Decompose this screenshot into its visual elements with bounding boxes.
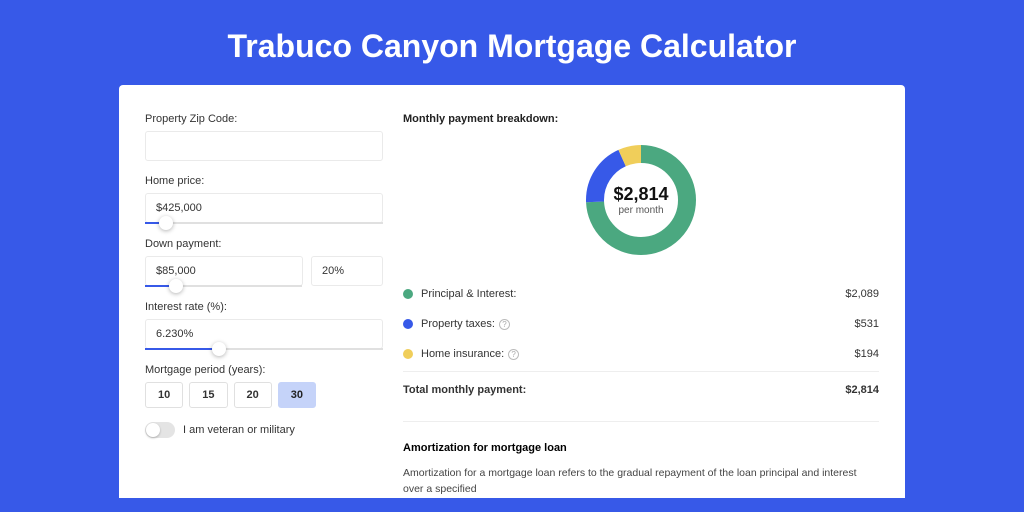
- period-btn-15[interactable]: 15: [189, 382, 227, 408]
- period-options: 1015 2030: [145, 382, 383, 408]
- interest-slider-thumb[interactable]: [212, 342, 226, 356]
- down-payment-label: Down payment:: [145, 238, 383, 250]
- amortization-text: Amortization for a mortgage loan refers …: [403, 466, 879, 498]
- toggle-knob: [146, 423, 160, 437]
- total-row: Total monthly payment: $2,814: [403, 371, 879, 405]
- page-title: Trabuco Canyon Mortgage Calculator: [0, 0, 1024, 85]
- legend-value: $2,089: [845, 288, 879, 300]
- interest-field: Interest rate (%):: [145, 301, 383, 350]
- legend-row-insurance: Home insurance:?$194: [403, 339, 879, 369]
- period-btn-20[interactable]: 20: [234, 382, 272, 408]
- veteran-toggle[interactable]: [145, 422, 175, 438]
- donut-center: $2,814 per month: [580, 139, 702, 261]
- down-payment-percent-input[interactable]: [311, 256, 383, 286]
- info-icon[interactable]: ?: [508, 349, 519, 360]
- legend-label: Principal & Interest:: [421, 288, 845, 300]
- legend-value: $194: [855, 348, 879, 360]
- home-price-slider-thumb[interactable]: [159, 216, 173, 230]
- info-icon[interactable]: ?: [499, 319, 510, 330]
- legend-label: Home insurance:?: [421, 348, 855, 360]
- veteran-label: I am veteran or military: [183, 424, 295, 436]
- total-value: $2,814: [845, 384, 879, 396]
- home-price-field: Home price:: [145, 175, 383, 224]
- legend-dot: [403, 349, 413, 359]
- legend-row-taxes: Property taxes:?$531: [403, 309, 879, 339]
- legend-label: Property taxes:?: [421, 318, 855, 330]
- interest-slider[interactable]: [145, 348, 383, 350]
- donut-chart: $2,814 per month: [580, 139, 702, 261]
- zip-field: Property Zip Code:: [145, 113, 383, 161]
- calculator-card: Property Zip Code: Home price: Down paym…: [119, 85, 905, 498]
- down-payment-field: Down payment:: [145, 238, 383, 287]
- total-label: Total monthly payment:: [403, 384, 845, 396]
- legend-dot: [403, 319, 413, 329]
- amortization-title: Amortization for mortgage loan: [403, 442, 879, 454]
- home-price-slider[interactable]: [145, 222, 383, 224]
- donut-chart-wrap: $2,814 per month: [403, 139, 879, 261]
- legend-value: $531: [855, 318, 879, 330]
- interest-label: Interest rate (%):: [145, 301, 383, 313]
- interest-input[interactable]: [145, 319, 383, 349]
- amortization-section: Amortization for mortgage loan Amortizat…: [403, 421, 879, 498]
- veteran-row: I am veteran or military: [145, 422, 383, 438]
- legend-dot: [403, 289, 413, 299]
- inputs-column: Property Zip Code: Home price: Down paym…: [145, 113, 383, 498]
- breakdown-header: Monthly payment breakdown:: [403, 113, 879, 125]
- down-payment-slider-thumb[interactable]: [169, 279, 183, 293]
- zip-label: Property Zip Code:: [145, 113, 383, 125]
- down-payment-amount-input[interactable]: [145, 256, 303, 286]
- donut-sub: per month: [618, 205, 663, 216]
- donut-amount: $2,814: [613, 184, 668, 205]
- period-btn-30[interactable]: 30: [278, 382, 316, 408]
- breakdown-column: Monthly payment breakdown: $2,814 per mo…: [403, 113, 879, 498]
- period-btn-10[interactable]: 10: [145, 382, 183, 408]
- legend: Principal & Interest:$2,089Property taxe…: [403, 279, 879, 369]
- period-field: Mortgage period (years): 1015 2030: [145, 364, 383, 408]
- home-price-input[interactable]: [145, 193, 383, 223]
- legend-row-principal: Principal & Interest:$2,089: [403, 279, 879, 309]
- zip-input[interactable]: [145, 131, 383, 161]
- down-payment-slider[interactable]: [145, 285, 302, 287]
- home-price-label: Home price:: [145, 175, 383, 187]
- period-label: Mortgage period (years):: [145, 364, 383, 376]
